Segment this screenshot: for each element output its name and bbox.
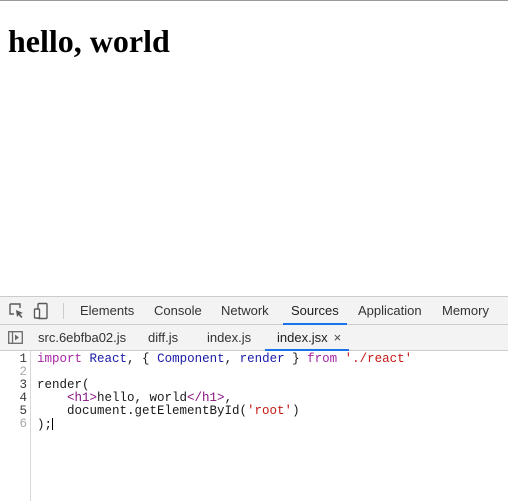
device-toolbar-icon[interactable] [33,302,51,320]
close-tab-icon[interactable]: × [334,330,342,345]
code-token: , [224,391,233,405]
text-cursor [52,418,54,430]
code-token: hello, world [97,391,188,405]
code-token: render( [37,378,90,392]
code-token: import [37,352,83,366]
code-token: ); [37,418,53,432]
line-number: 6 [19,417,27,431]
file-tab-index-jsx[interactable]: index.jsx × [264,325,350,351]
tab-memory[interactable]: Memory [442,297,489,324]
code-token: './react' [344,352,413,366]
tab-network[interactable]: Network [221,297,269,324]
code-token: ) [292,404,300,418]
file-tab-src-bundle[interactable]: src.6ebfba02.js [38,325,126,350]
code-token: document.getElementById( [37,404,248,418]
code-line-5: document.getElementById('root') [37,405,300,418]
devtools-toolbar: Elements Console Network Sources Applica… [0,297,508,325]
code-token: 'root' [247,404,293,418]
file-tab-index-js[interactable]: index.js [207,325,251,350]
tab-sources[interactable]: Sources [283,297,347,325]
tab-elements[interactable]: Elements [80,297,134,324]
code-token: } [284,352,308,366]
code-token: Component [157,352,225,366]
code-token: from [307,352,338,366]
code-line-6: ); [37,418,54,432]
file-tab-label: index.jsx [277,330,328,345]
code-token: <h1> [67,391,98,405]
code-token: React [89,352,128,366]
page-heading: hello, world [8,23,170,59]
page-viewport: hello, world [0,0,508,296]
inspect-element-icon[interactable] [8,302,26,320]
code-token: render [239,352,285,366]
code-token: , { [127,352,158,366]
code-token: </h1> [187,391,225,405]
code-line-1: import React, { Component, render } from… [37,353,412,366]
devtools-panel: Elements Console Network Sources Applica… [0,296,508,501]
file-tab-diff[interactable]: diff.js [148,325,178,350]
tab-console[interactable]: Console [154,297,202,324]
code-token: , [224,352,240,366]
line-number-gutter: 1 2 3 4 5 6 [0,351,31,501]
toolbar-divider [63,303,64,319]
navigator-toggle-icon[interactable] [8,331,23,344]
tab-application[interactable]: Application [358,297,422,324]
code-editor[interactable]: 1 2 3 4 5 6 import React, { Component, r… [0,351,508,501]
file-tab-bar: src.6ebfba02.js diff.js index.js index.j… [0,325,508,351]
